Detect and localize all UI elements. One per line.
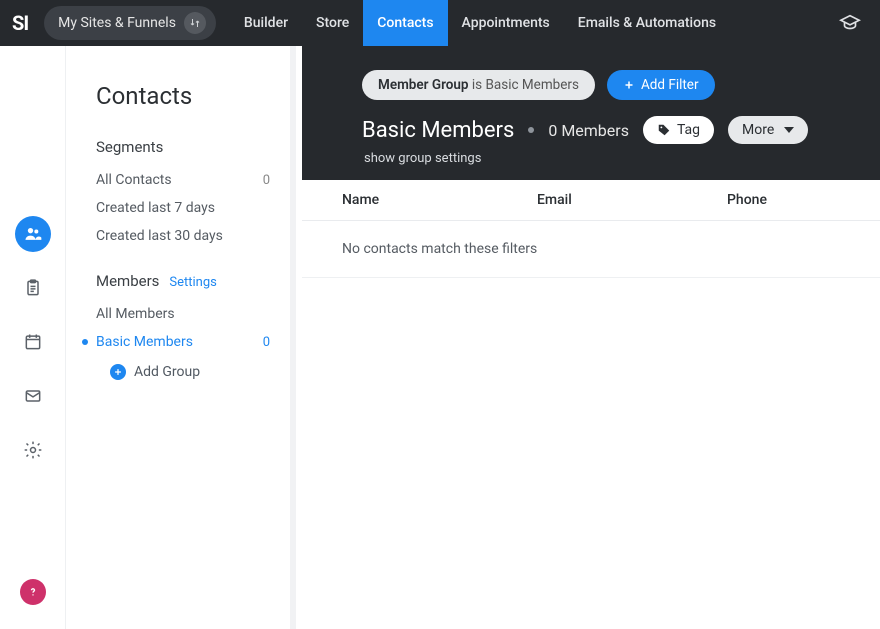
show-group-settings-link[interactable]: show group settings: [364, 151, 481, 166]
segments-heading: Segments: [96, 138, 163, 156]
member-label: Basic Members: [96, 334, 193, 350]
filter-field: Member Group: [378, 77, 469, 93]
rail-calendar[interactable]: [15, 324, 51, 360]
nav-emails-automations[interactable]: Emails & Automations: [564, 0, 730, 46]
rail-settings[interactable]: [15, 432, 51, 468]
segment-label: Created last 7 days: [96, 200, 215, 216]
add-filter-button[interactable]: Add Filter: [607, 70, 715, 100]
app-logo[interactable]: SI: [12, 11, 28, 35]
nav-appointments[interactable]: Appointments: [448, 0, 564, 46]
tag-icon: [657, 123, 671, 137]
tag-button[interactable]: Tag: [643, 116, 714, 144]
filter-value: is Basic Members: [469, 77, 579, 93]
help-button[interactable]: [20, 579, 46, 605]
plus-icon: [623, 79, 635, 91]
more-button[interactable]: More: [728, 116, 808, 144]
table-header: Name Email Phone: [302, 180, 880, 221]
segment-count: 0: [263, 173, 270, 188]
member-count: 0: [263, 335, 270, 350]
segment-label: All Contacts: [96, 172, 172, 188]
members-heading: Members: [96, 272, 159, 290]
tag-label: Tag: [677, 122, 700, 138]
nav-builder[interactable]: Builder: [230, 0, 302, 46]
segment-all-contacts[interactable]: All Contacts 0: [96, 166, 270, 194]
page-title: Contacts: [96, 82, 270, 110]
nav-contacts[interactable]: Contacts: [363, 0, 447, 46]
rail-clipboard[interactable]: [15, 270, 51, 306]
members-settings-link[interactable]: Settings: [169, 275, 216, 290]
swap-icon: [184, 12, 206, 34]
rail-contacts[interactable]: [15, 216, 51, 252]
chevron-down-icon: [784, 127, 794, 133]
separator-dot: [528, 127, 534, 133]
member-count-text: 0 Members: [548, 121, 629, 140]
add-group-button[interactable]: Add Group: [96, 356, 270, 380]
add-group-label: Add Group: [134, 364, 200, 380]
more-label: More: [742, 122, 774, 138]
nav-store[interactable]: Store: [302, 0, 363, 46]
segment-created-7d[interactable]: Created last 7 days: [96, 194, 270, 222]
segment-created-30d[interactable]: Created last 30 days: [96, 222, 270, 250]
add-filter-label: Add Filter: [641, 77, 699, 93]
sites-funnels-label: My Sites & Funnels: [58, 15, 176, 31]
empty-state: No contacts match these filters: [302, 221, 880, 278]
academy-icon[interactable]: [836, 9, 864, 37]
sites-funnels-switcher[interactable]: My Sites & Funnels: [44, 6, 216, 40]
group-title: Basic Members: [362, 118, 514, 143]
col-phone[interactable]: Phone: [727, 192, 860, 208]
member-all[interactable]: All Members: [96, 300, 270, 328]
rail-mail[interactable]: [15, 378, 51, 414]
col-name[interactable]: Name: [342, 192, 537, 208]
member-basic[interactable]: Basic Members 0: [96, 328, 270, 356]
member-label: All Members: [96, 306, 175, 322]
col-email[interactable]: Email: [537, 192, 727, 208]
plus-icon: [110, 364, 126, 380]
active-filter-chip[interactable]: Member Group is Basic Members: [362, 70, 595, 100]
segment-label: Created last 30 days: [96, 228, 223, 244]
